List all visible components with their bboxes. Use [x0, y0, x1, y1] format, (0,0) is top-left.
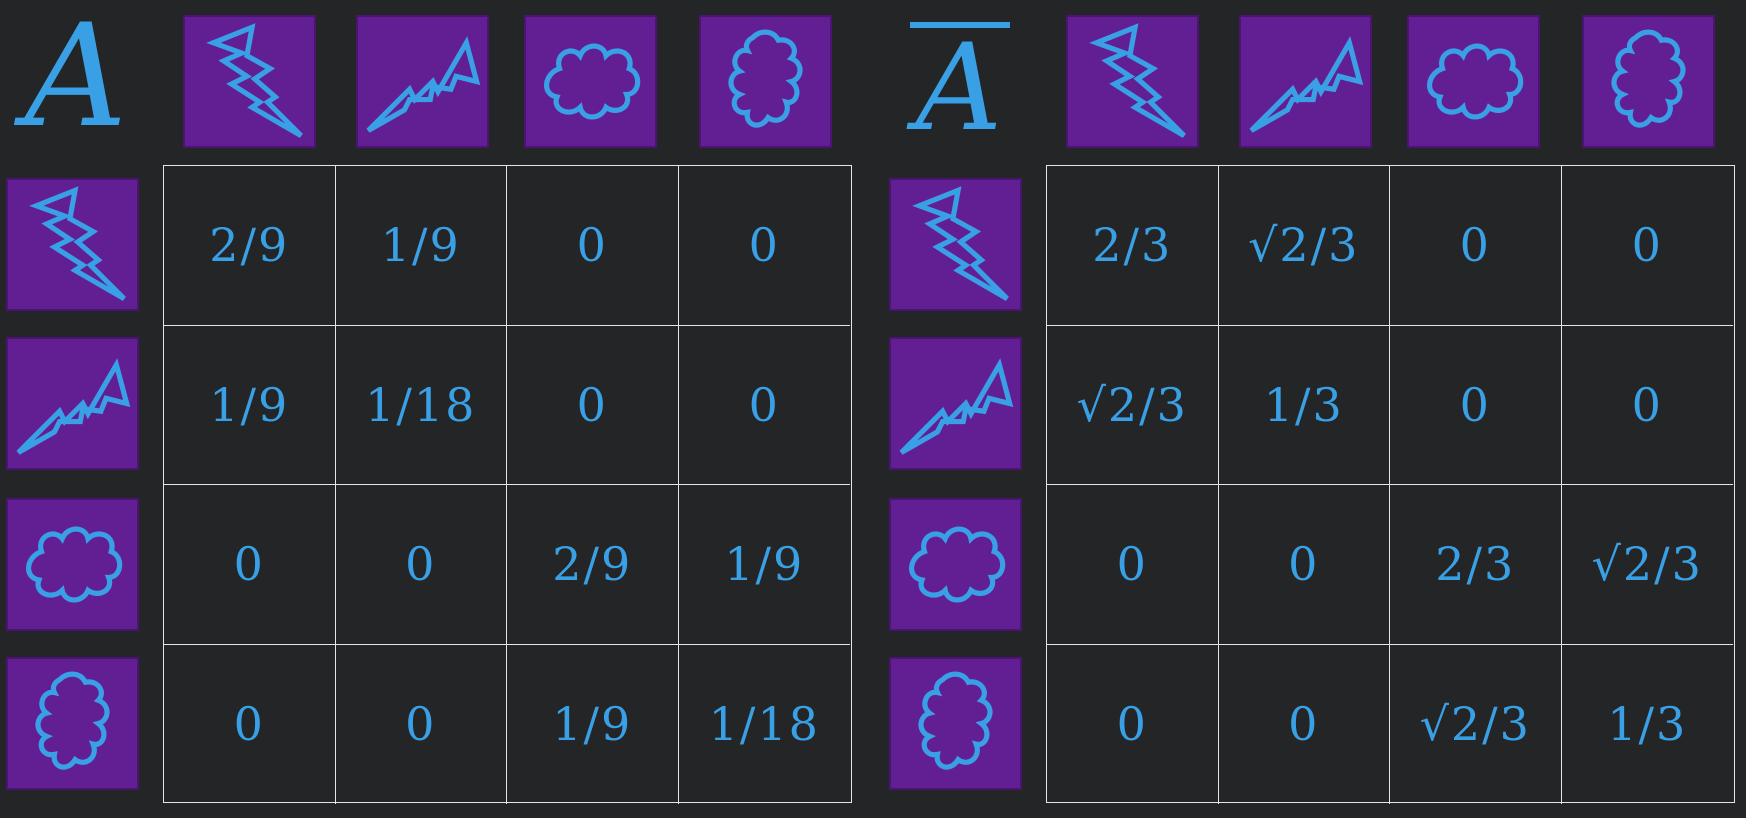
matrix-cell: 0	[335, 485, 507, 645]
lightning-zigzag-icon	[358, 17, 487, 146]
matrix-cell: 0	[1219, 644, 1390, 804]
matrix-cell: 2/3	[1047, 166, 1219, 326]
matrix-cell: 0	[336, 644, 507, 804]
cloud-icon	[8, 500, 137, 629]
a-col-cloud-tall-tile	[699, 15, 832, 148]
matrix-cell: 2/9	[164, 166, 336, 326]
matrix-cell: 1/9	[507, 644, 679, 804]
matrix-cell: 1/3	[1218, 325, 1390, 485]
matrix-cell: 2/3	[1390, 485, 1562, 645]
abar-col-cloud-tall-tile	[1582, 15, 1715, 148]
matrix-cell: 0	[164, 644, 336, 804]
a-col-lightning-zigzag-tile	[356, 15, 489, 148]
abar-row-cloud-tile	[889, 498, 1022, 631]
cloud-tall-icon	[1584, 17, 1713, 146]
lightning-bolt-icon	[8, 180, 137, 309]
matrix-cell: 1/18	[335, 325, 507, 485]
cloud-icon	[526, 17, 655, 146]
matrix-cell: 2/9	[507, 485, 679, 645]
abar-row-cloud-tall-tile	[889, 657, 1022, 790]
matrix-cell: 0	[1047, 644, 1219, 804]
matrix-a-symbol: A	[24, 0, 128, 159]
matrix-cell: 0	[164, 485, 336, 645]
abar-col-cloud-tile	[1407, 15, 1540, 148]
matrix-cell: √2/3	[1390, 644, 1562, 804]
cloud-icon	[891, 500, 1020, 629]
abar-col-lightning-zigzag-tile	[1239, 15, 1372, 148]
abar-row-lightning-zigzag-tile	[889, 337, 1022, 470]
matrix-cell: 0	[1561, 326, 1733, 485]
matrix-cell: 0	[678, 166, 850, 326]
cloud-icon	[1409, 17, 1538, 146]
matrix-abar-symbol: A	[915, 19, 1003, 158]
matrix-cell: 0	[1390, 166, 1562, 326]
matrix-cell: 0	[1047, 485, 1219, 645]
a-col-cloud-tile	[524, 15, 657, 148]
abar-row-lightning-bolt-tile	[889, 178, 1022, 311]
matrix-abar-grid: 2/3 √2/3 0 0 √2/3 1/3 0 0 0 0 2/3 √2/3 0 0 √2/3 1/3	[1046, 165, 1735, 804]
lightning-zigzag-icon	[8, 339, 137, 468]
matrix-cell: 0	[1218, 485, 1390, 645]
lightning-bolt-icon	[185, 17, 314, 146]
matrix-cell: 0	[1390, 325, 1562, 485]
cloud-tall-icon	[891, 659, 1020, 788]
a-row-cloud-tall-tile	[6, 657, 139, 790]
a-row-lightning-bolt-tile	[6, 178, 139, 311]
matrix-cell: 0	[507, 166, 679, 326]
matrix-cell: 0	[1561, 166, 1733, 326]
lightning-zigzag-icon	[1241, 17, 1370, 146]
matrix-cell: √2/3	[1218, 166, 1390, 326]
lightning-bolt-icon	[1068, 17, 1197, 146]
lightning-bolt-icon	[891, 180, 1020, 309]
matrix-cell: 0	[678, 326, 850, 485]
matrix-cell: √2/3	[1561, 485, 1733, 645]
matrix-cell: 1/3	[1607, 697, 1688, 752]
cloud-tall-icon	[701, 17, 830, 146]
matrix-cell: 1/18	[708, 697, 820, 752]
a-row-cloud-tile	[6, 498, 139, 631]
matrix-cell: √2/3	[1047, 325, 1219, 485]
matrix-cell: 1/9	[164, 325, 336, 485]
matrix-cell: 0	[507, 325, 679, 485]
matrix-cell: 1/9	[335, 166, 507, 326]
matrix-cell: 1/9	[678, 485, 850, 645]
lightning-zigzag-icon	[891, 339, 1020, 468]
a-row-lightning-zigzag-tile	[6, 337, 139, 470]
a-col-lightning-bolt-tile	[183, 15, 316, 148]
matrix-a-grid: 2/9 1/9 0 0 1/9 1/18 0 0 0 0 2/9 1/9 0 0 1/9 1/18	[163, 165, 852, 804]
abar-col-lightning-bolt-tile	[1066, 15, 1199, 148]
cloud-tall-icon	[8, 659, 137, 788]
